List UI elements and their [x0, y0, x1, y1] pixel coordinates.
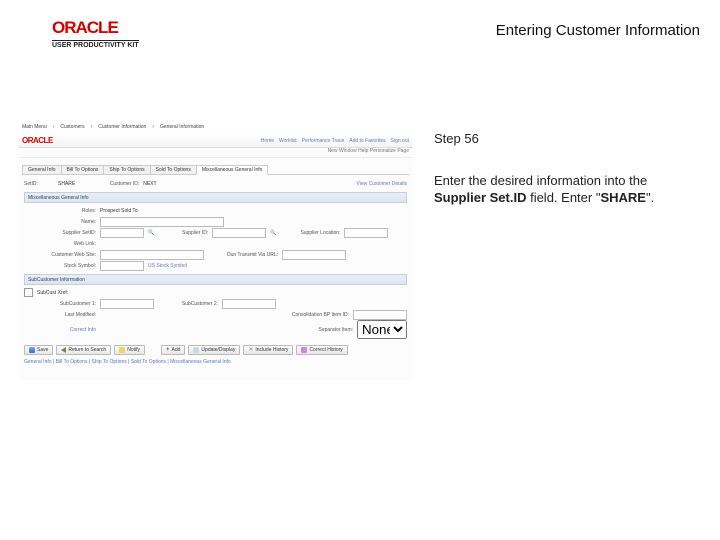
sub-toolbar[interactable]: New Window Help Personalize Page	[18, 148, 413, 158]
custid-value: NEXT	[143, 181, 156, 187]
consol-input[interactable]	[353, 310, 407, 320]
supplier-id-label: Supplier ID:	[158, 230, 208, 236]
correct-info-link[interactable]: Correct Info	[24, 327, 96, 333]
link-worklist[interactable]: Worklist	[279, 138, 297, 144]
page-title: Entering Customer Information	[496, 22, 700, 39]
separator-label: Separator Item:	[293, 327, 353, 333]
breadcrumb-item[interactable]: General Information	[160, 124, 204, 130]
notify-button[interactable]: Notify	[114, 345, 145, 355]
save-icon	[29, 347, 35, 353]
oracle-logo: ORACLE USER PRODUCTIVITY KIT	[52, 18, 139, 49]
supplier-setid-label: Supplier SetID:	[24, 230, 96, 236]
logo-text: ORACLE	[52, 18, 118, 37]
return-button[interactable]: Return to Search	[56, 345, 111, 355]
lastmod-label: Last Modified:	[24, 312, 96, 318]
section-subcust[interactable]: SubCustomer Information	[24, 274, 407, 285]
subc2-input[interactable]	[222, 299, 276, 309]
breadcrumb-item[interactable]: Main Menu	[22, 124, 47, 130]
return-icon	[61, 347, 66, 353]
update-button[interactable]: Update/Display	[188, 345, 240, 355]
tab-soldto[interactable]: Sold To Options	[150, 165, 197, 174]
subxref-label: SubCust Xref:	[37, 290, 68, 296]
cust-website-label: Customer Web Site:	[24, 252, 96, 258]
section-misc[interactable]: Miscellaneous General Info	[24, 192, 407, 203]
save-button[interactable]: Save	[24, 345, 53, 355]
notify-icon	[119, 347, 125, 353]
consol-label: Consolidation BP Item ID:	[259, 312, 349, 318]
subc1-input[interactable]	[100, 299, 154, 309]
oracle-brand: ORACLE	[22, 136, 53, 145]
add-button[interactable]: +Add	[161, 345, 185, 355]
link-perf[interactable]: Performance Trace	[302, 138, 345, 144]
correct-button[interactable]: Correct History	[296, 345, 347, 355]
setid-label: SetID:	[24, 181, 54, 187]
logo-subtext: USER PRODUCTIVITY KIT	[52, 40, 139, 49]
link-home[interactable]: Home	[261, 138, 274, 144]
app-screenshot: Main Menu› Customers› Customer Informati…	[18, 120, 413, 380]
view-customer-link[interactable]: View Customer Details	[357, 181, 407, 187]
name-label: Name:	[24, 219, 96, 225]
breadcrumb-bar: Main Menu› Customers› Customer Informati…	[18, 120, 413, 134]
breadcrumb-item[interactable]: Customers	[60, 124, 84, 130]
subc2-label: SubCustomer 2:	[158, 301, 218, 307]
supplier-id-input[interactable]	[212, 228, 266, 238]
link-fav[interactable]: Add to Favorites	[349, 138, 385, 144]
step-label: Step 56	[434, 130, 694, 148]
subxref-checkbox[interactable]	[24, 288, 33, 297]
separator-select[interactable]: None	[357, 320, 407, 339]
bottom-tab-links[interactable]: General Info | Bill To Options | Ship To…	[24, 359, 407, 365]
weblink-label: Web Link:	[24, 241, 96, 247]
dun-via-input[interactable]	[282, 250, 346, 260]
supplier-setid-input[interactable]	[100, 228, 144, 238]
custid-label: Customer ID:	[79, 181, 139, 187]
supplier-loc-label: Supplier Location:	[280, 230, 340, 236]
roles-value: Prospect Sold To	[100, 208, 138, 214]
supplier-loc-input[interactable]	[344, 228, 388, 238]
cust-website-input[interactable]	[100, 250, 204, 260]
instruction-text: Enter the desired information into the S…	[434, 172, 694, 207]
history-icon: ✕	[248, 347, 253, 353]
tab-shipto[interactable]: Ship To Options	[103, 165, 150, 174]
tab-billto[interactable]: Bill To Options	[61, 165, 105, 174]
subc1-label: SubCustomer 1:	[24, 301, 96, 307]
stock-link[interactable]: US Stock Symbol	[148, 263, 187, 269]
name-input[interactable]	[100, 217, 224, 227]
update-icon	[193, 347, 199, 353]
history-button[interactable]: ✕Include History	[243, 345, 293, 355]
breadcrumb-item[interactable]: Customer Information	[98, 124, 146, 130]
plus-icon: +	[166, 347, 170, 353]
link-signout[interactable]: Sign out	[391, 138, 409, 144]
correct-icon	[301, 347, 307, 353]
dun-via-label: Dun Transmit Via URL:	[208, 252, 278, 258]
stock-label: Stock Symbol:	[24, 263, 96, 269]
tab-misc[interactable]: Miscellaneous General Info	[196, 165, 269, 175]
setid-value: SHARE	[58, 181, 75, 187]
stock-input[interactable]	[100, 261, 144, 271]
roles-label: Roles:	[24, 208, 96, 214]
tab-general[interactable]: General Info	[22, 165, 62, 174]
